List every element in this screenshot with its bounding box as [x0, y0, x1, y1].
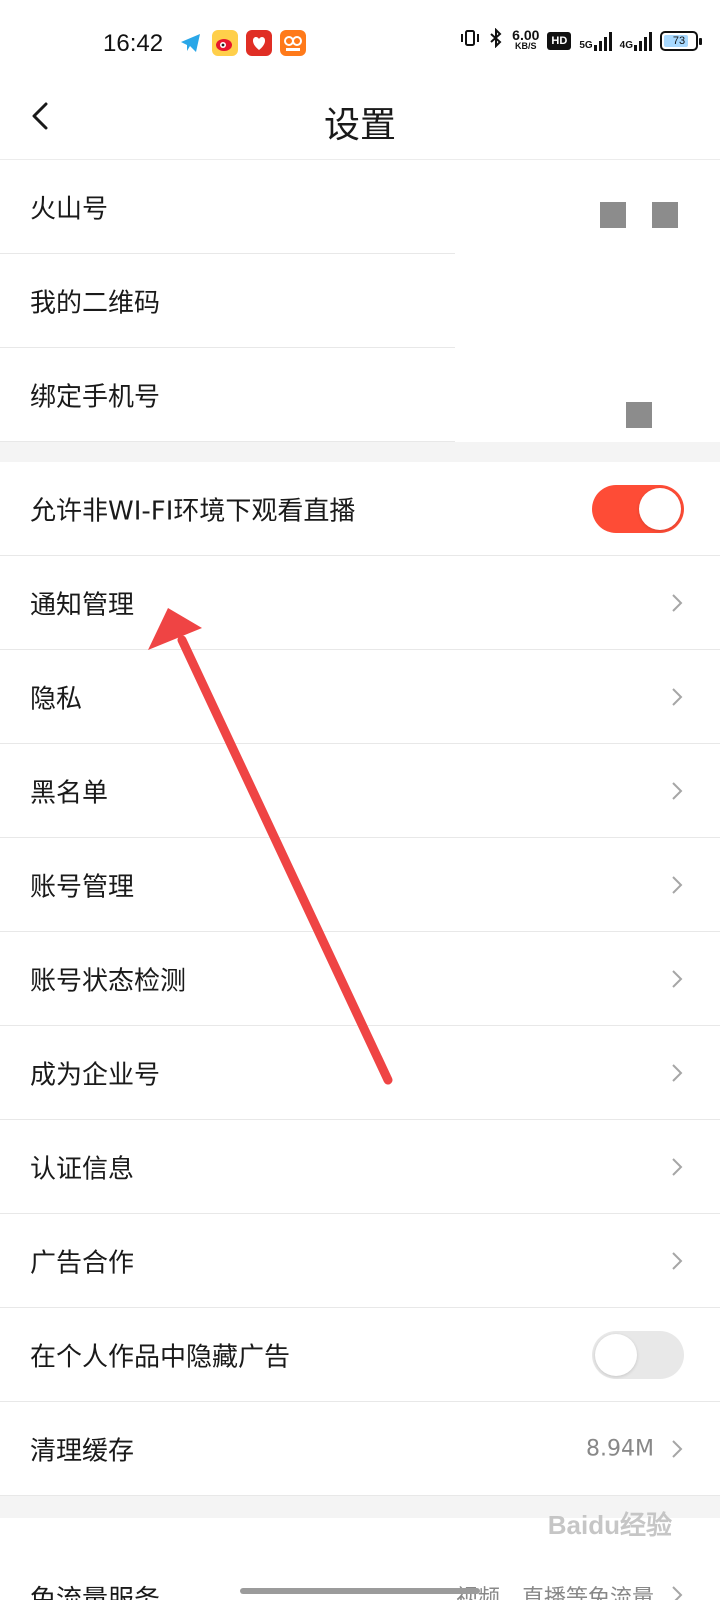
- row-become-enterprise[interactable]: 成为企业号: [0, 1026, 720, 1120]
- row-account-management[interactable]: 账号管理: [0, 838, 720, 932]
- nav-bar: 设置: [0, 80, 720, 160]
- net-4g-label: 4G: [619, 39, 633, 51]
- row-label: 绑定手机号: [30, 382, 161, 412]
- watermark: Baidu经验: [547, 1510, 672, 1540]
- chevron-right-icon: [672, 593, 683, 612]
- row-label: 允许非WI-FI环境下观看直播: [30, 496, 356, 526]
- hide-ads-toggle[interactable]: [592, 1330, 684, 1379]
- telegram-icon: [178, 30, 204, 56]
- row-hide-ads: 在个人作品中隐藏广告: [0, 1308, 720, 1402]
- redacted-area: [455, 250, 720, 445]
- chevron-right-icon: [672, 969, 683, 988]
- section-gap: [0, 442, 720, 462]
- row-label: 广告合作: [30, 1248, 135, 1278]
- redacted-block: [626, 402, 652, 428]
- row-wifi-live: 允许非WI-FI环境下观看直播: [0, 462, 720, 556]
- signal-5g: 5G: [579, 31, 612, 51]
- redacted-block: [600, 202, 626, 228]
- row-account-status-check[interactable]: 账号状态检测: [0, 932, 720, 1026]
- cache-size: 8.94M: [586, 1436, 654, 1461]
- chevron-right-icon: [672, 875, 683, 894]
- row-label: 成为企业号: [30, 1060, 161, 1090]
- row-clear-cache[interactable]: 清理缓存 8.94M: [0, 1402, 720, 1496]
- net-speed: 6.00 KB/S: [512, 26, 540, 52]
- free-traffic-value: 视频、直播等免流量: [455, 1586, 654, 1600]
- chevron-right-icon: [672, 687, 683, 706]
- signal-bars-icon: [593, 31, 612, 51]
- signal-4g: 4G: [620, 31, 652, 51]
- row-label: 隐私: [30, 684, 83, 714]
- row-label: 账号状态检测: [30, 966, 187, 996]
- chevron-right-icon: [672, 1586, 683, 1600]
- row-label: 我的二维码: [30, 288, 161, 318]
- row-verification-info[interactable]: 认证信息: [0, 1120, 720, 1214]
- row-notification-management[interactable]: 通知管理: [0, 556, 720, 650]
- net-5g-label: 5G: [579, 39, 593, 51]
- status-time: 16:42: [103, 30, 164, 57]
- row-label: 在个人作品中隐藏广告: [30, 1342, 291, 1372]
- toggle-knob: [639, 487, 681, 530]
- row-privacy[interactable]: 隐私: [0, 650, 720, 744]
- row-ad-cooperation[interactable]: 广告合作: [0, 1214, 720, 1308]
- row-label: 通知管理: [30, 590, 135, 620]
- chevron-right-icon: [672, 1251, 683, 1270]
- row-label: 账号管理: [30, 872, 135, 902]
- hd-badge: HD: [547, 31, 572, 50]
- pinduoduo-icon: [246, 30, 272, 56]
- chevron-right-icon: [672, 1439, 683, 1458]
- status-indicators: 6.00 KB/S HD 5G 4G 73: [460, 26, 702, 53]
- meituan-icon: [280, 30, 306, 56]
- wifi-live-toggle[interactable]: [592, 484, 684, 533]
- toggle-knob: [595, 1333, 637, 1376]
- chevron-right-icon: [672, 1063, 683, 1082]
- home-indicator[interactable]: [240, 1588, 480, 1594]
- weibo-icon: [212, 30, 238, 56]
- row-label: 火山号: [30, 194, 109, 224]
- net-speed-unit: KB/S: [515, 40, 537, 51]
- vibrate-icon: [460, 28, 480, 53]
- row-label: 认证信息: [30, 1154, 135, 1184]
- net-speed-value: 6.00: [512, 26, 540, 43]
- chevron-right-icon: [672, 1157, 683, 1176]
- row-label: 免流量服务: [30, 1585, 161, 1600]
- row-blacklist[interactable]: 黑名单: [0, 744, 720, 838]
- battery-icon: 73: [660, 30, 702, 51]
- row-label: 黑名单: [30, 778, 109, 808]
- bluetooth-icon: [488, 27, 504, 53]
- page-title: 设置: [323, 105, 396, 146]
- battery-level: 73: [672, 34, 686, 47]
- signal-bars-icon: [634, 31, 652, 51]
- status-bar: 16:42 6.00 KB/S HD 5G 4G 73: [0, 0, 720, 80]
- row-label: 清理缓存: [30, 1436, 135, 1466]
- redacted-block: [652, 202, 678, 228]
- chevron-right-icon: [672, 781, 683, 800]
